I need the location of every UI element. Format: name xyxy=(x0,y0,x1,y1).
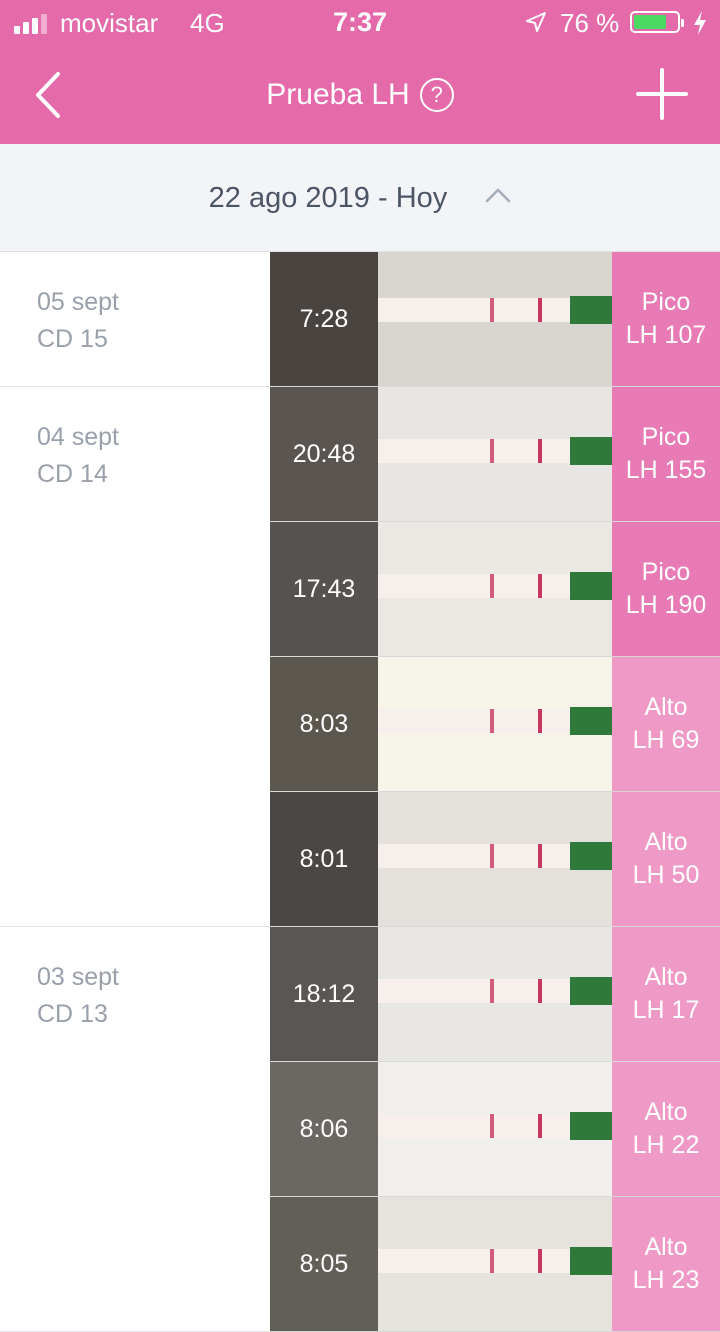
lh-level: Pico xyxy=(641,423,691,451)
date-range-text: 22 ago 2019 - Hoy xyxy=(208,182,448,214)
day-group: 05 sept CD 15 7:28 Pico LH 107 xyxy=(0,252,720,387)
test-entry-row[interactable]: 18:12 Alto LH 17 xyxy=(270,927,720,1062)
lh-level: Pico xyxy=(641,288,691,316)
test-strip-photo: 8:05 xyxy=(270,1197,612,1331)
date-range-label: 22 ago 2019 - Hoy xyxy=(0,182,720,215)
test-strip-photo: 8:01 xyxy=(270,792,612,926)
lh-result-badge: Pico LH 107 xyxy=(612,252,720,386)
test-time: 8:05 xyxy=(299,1250,349,1278)
cycle-day: CD 15 xyxy=(37,325,108,353)
test-time: 18:12 xyxy=(292,980,356,1008)
lh-value: LH 23 xyxy=(632,1266,700,1294)
lh-value: LH 190 xyxy=(625,591,707,619)
test-strip-image xyxy=(378,572,612,600)
test-strip-image xyxy=(378,842,612,870)
test-time: 20:48 xyxy=(292,440,356,468)
test-strip-image xyxy=(378,296,612,324)
add-plus-icon[interactable] xyxy=(636,68,688,120)
test-strip-photo: 7:28 xyxy=(270,252,612,386)
test-time: 7:28 xyxy=(299,305,349,333)
test-time: 8:03 xyxy=(299,710,349,738)
test-strip-photo: 20:48 xyxy=(270,387,612,521)
cycle-day: CD 13 xyxy=(37,1000,108,1028)
lh-value: LH 22 xyxy=(632,1131,700,1159)
lh-result-badge: Alto LH 69 xyxy=(612,657,720,791)
lh-level: Pico xyxy=(641,558,691,586)
test-entry-row[interactable]: 8:06 Alto LH 22 xyxy=(270,1062,720,1197)
test-time: 8:01 xyxy=(299,845,349,873)
lh-value: LH 69 xyxy=(632,726,700,754)
lh-result-badge: Alto LH 22 xyxy=(612,1062,720,1196)
day-label: 04 sept CD 14 xyxy=(37,419,119,493)
lh-result-badge: Pico LH 190 xyxy=(612,522,720,656)
lh-value: LH 107 xyxy=(625,321,707,349)
test-strip-photo: 18:12 xyxy=(270,927,612,1061)
test-entry-row[interactable]: 8:05 Alto LH 23 xyxy=(270,1197,720,1332)
test-entry-row[interactable]: 8:01 Alto LH 50 xyxy=(270,792,720,927)
page-title: Prueba LH? xyxy=(0,78,720,112)
day-label: 03 sept CD 13 xyxy=(37,959,119,1033)
lh-value: LH 17 xyxy=(632,996,700,1024)
day-group: 03 sept CD 13 18:12 Alto LH 17 8:06 Alto LH 22 8… xyxy=(0,927,720,1332)
help-icon[interactable]: ? xyxy=(419,78,454,112)
cycle-day: CD 14 xyxy=(37,460,108,488)
test-strip-image xyxy=(378,1112,612,1140)
lh-result-badge: Alto LH 17 xyxy=(612,927,720,1061)
test-strip-photo: 17:43 xyxy=(270,522,612,656)
day-label: 05 sept CD 15 xyxy=(37,284,119,358)
lh-level: Alto xyxy=(644,963,688,991)
test-strip-image xyxy=(378,437,612,465)
battery-percent: 76 % xyxy=(560,8,620,38)
test-entry-row[interactable]: 17:43 Pico LH 190 xyxy=(270,522,720,657)
test-entry-row[interactable]: 8:03 Alto LH 69 xyxy=(270,657,720,792)
test-time: 17:43 xyxy=(292,575,356,603)
date-range-bar[interactable]: 22 ago 2019 - Hoy xyxy=(0,144,720,252)
lh-result-badge: Alto LH 50 xyxy=(612,792,720,926)
lh-value: LH 50 xyxy=(632,861,700,889)
day-date: 05 sept xyxy=(37,288,120,316)
test-strip-image xyxy=(378,1247,612,1275)
day-date: 04 sept xyxy=(37,423,120,451)
test-strip-image xyxy=(378,977,612,1005)
lh-level: Alto xyxy=(644,1233,688,1261)
test-entry-row[interactable]: 7:28 Pico LH 107 xyxy=(270,252,720,387)
test-strip-photo: 8:03 xyxy=(270,657,612,791)
test-strip-image xyxy=(378,707,612,735)
day-group: 04 sept CD 14 20:48 Pico LH 155 17:43 Pico LH 1… xyxy=(0,387,720,927)
test-strip-photo: 8:06 xyxy=(270,1062,612,1196)
day-date: 03 sept xyxy=(37,963,120,991)
lh-level: Alto xyxy=(644,693,688,721)
lh-value: LH 155 xyxy=(625,456,707,484)
app-header: movistar 4G 7:37 76 % Prueba LH? xyxy=(0,0,720,144)
chevron-up-icon[interactable] xyxy=(485,187,511,203)
lh-level: Alto xyxy=(644,1098,688,1126)
lh-result-badge: Pico LH 155 xyxy=(612,387,720,521)
status-bar: movistar 4G 7:37 76 % xyxy=(0,0,720,46)
charging-bolt-icon xyxy=(694,11,706,35)
battery-icon xyxy=(630,11,684,33)
lh-result-badge: Alto LH 23 xyxy=(612,1197,720,1331)
location-arrow-icon xyxy=(526,12,546,32)
page-title-text: Prueba LH xyxy=(266,78,410,111)
test-entry-row[interactable]: 20:48 Pico LH 155 xyxy=(270,387,720,522)
test-time: 8:06 xyxy=(299,1115,349,1143)
lh-level: Alto xyxy=(644,828,688,856)
